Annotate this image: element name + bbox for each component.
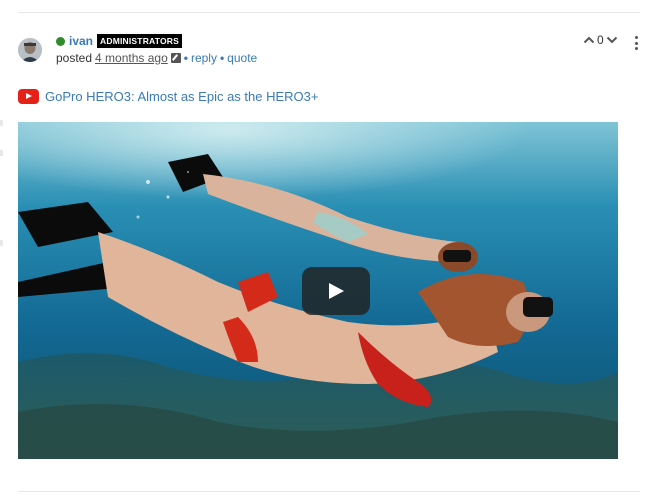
posted-label: posted	[56, 51, 93, 65]
post-meta: posted 4 months ago • reply • quote	[56, 51, 257, 65]
play-button[interactable]	[302, 267, 370, 315]
left-edge-decoration	[0, 150, 3, 156]
video-title-link[interactable]: GoPro HERO3: Almost as Epic as the HERO3…	[45, 89, 318, 104]
left-edge-decoration	[0, 120, 3, 126]
left-edge-decoration	[0, 240, 3, 246]
username-link[interactable]: ivan	[69, 34, 93, 48]
vote-control: 0	[583, 33, 618, 47]
timestamp-link[interactable]: 4 months ago	[95, 51, 168, 65]
video-embed-header: GoPro HERO3: Almost as Epic as the HERO3…	[18, 89, 318, 104]
reply-link[interactable]: reply	[191, 51, 217, 65]
avatar[interactable]	[18, 38, 42, 62]
vote-count: 0	[597, 33, 604, 47]
separator: •	[219, 51, 225, 65]
more-options-icon[interactable]	[632, 36, 640, 50]
role-badge[interactable]: ADMINISTRATORS	[97, 34, 183, 48]
post-top-divider	[18, 12, 640, 13]
upvote-icon[interactable]	[583, 36, 595, 44]
quote-link[interactable]: quote	[227, 51, 257, 65]
youtube-icon	[18, 89, 39, 104]
avatar-image	[18, 38, 42, 62]
video-player[interactable]	[18, 122, 618, 459]
online-status-icon	[56, 36, 65, 46]
downvote-icon[interactable]	[606, 36, 618, 44]
separator: •	[183, 51, 188, 65]
post-author-line: ivan ADMINISTRATORS	[56, 33, 183, 49]
post-bottom-divider	[18, 491, 640, 492]
edited-icon	[170, 53, 181, 63]
